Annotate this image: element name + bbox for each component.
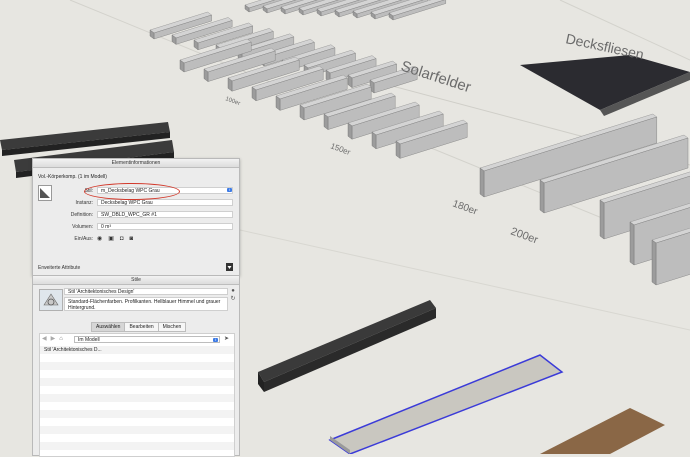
- style-name-field[interactable]: Stil 'Architektonisches Design': [64, 288, 228, 295]
- update-style-icon[interactable]: ↻: [229, 295, 237, 303]
- beam-end: [539, 179, 545, 214]
- toggle-label: Ein/Aus:: [74, 236, 93, 242]
- style-thumbnail: [39, 289, 63, 311]
- expand-attributes-icon[interactable]: [226, 263, 233, 271]
- details-arrow-icon[interactable]: ➤: [224, 336, 229, 343]
- style-description-field[interactable]: Standard-Flächenfarben. Profilkanten. He…: [64, 297, 228, 311]
- list-item-empty: [40, 410, 234, 418]
- entity-info-panel: Elementinformationen Vol.-Körperkomp. (1…: [32, 158, 240, 276]
- style-row: Stil: m_Decksbelag WPC Grau ↕: [33, 187, 239, 195]
- list-item-empty: [40, 402, 234, 410]
- shadow-receive-icon[interactable]: ◙: [130, 235, 134, 243]
- style-field[interactable]: m_Decksbelag WPC Grau: [97, 187, 233, 194]
- definition-field[interactable]: SW_DBLD_WPC_GR #1: [97, 211, 233, 218]
- beam-end: [371, 131, 377, 150]
- collection-dropdown[interactable]: Im Modell ↕: [74, 336, 220, 343]
- list-item-empty: [40, 354, 234, 362]
- list-item-empty: [40, 434, 234, 442]
- list-item-empty: [40, 394, 234, 402]
- eye-icon[interactable]: ◉: [97, 235, 102, 243]
- beam-end: [479, 167, 485, 198]
- tab-edit[interactable]: Bearbeiten: [124, 322, 159, 332]
- volume-row: Volumen: 0 m³: [33, 223, 239, 231]
- style-dropdown-button[interactable]: ↕: [227, 188, 232, 192]
- instance-row: Instanz: Decksbelag WPC Grau: [33, 199, 239, 207]
- list-item-empty: [40, 418, 234, 426]
- beam-end: [651, 239, 657, 286]
- styles-list: Stil 'Architektonisches D...: [40, 346, 234, 450]
- list-item-empty: [40, 378, 234, 386]
- entity-type-label: Vol.-Körperkomp. (1 im Modell): [38, 174, 107, 180]
- styles-tabs: Auswählen Bearbeiten Mischen: [91, 322, 187, 332]
- tab-select[interactable]: Auswählen: [91, 322, 126, 332]
- styles-panel: Stile Stil 'Architektonisches Design' St…: [32, 275, 240, 457]
- styles-title: Stile: [33, 276, 239, 285]
- toggle-row: Ein/Aus: ◉ ▣ ◘ ◙: [33, 235, 239, 243]
- list-item[interactable]: Stil 'Architektonisches D...: [40, 346, 234, 354]
- volume-field: 0 m³: [97, 223, 233, 230]
- beam-end: [629, 221, 635, 266]
- definition-label: Definition:: [70, 212, 93, 218]
- list-item-empty: [40, 370, 234, 378]
- style-preview-icon: [40, 290, 62, 310]
- list-item-empty: [40, 386, 234, 394]
- list-item-empty: [40, 362, 234, 370]
- style-label: Stil:: [84, 188, 93, 194]
- beam-end: [323, 113, 329, 131]
- forward-icon[interactable]: ▶: [51, 336, 56, 343]
- beam-end: [395, 140, 401, 159]
- styles-list-area: ◀ ▶ ⌂ Im Modell ↕ ➤ Stil 'Architektonisc…: [39, 333, 235, 457]
- collection-dropdown-value: Im Modell: [78, 337, 100, 343]
- lock-icon[interactable]: ▣: [108, 235, 114, 243]
- beam-end: [599, 199, 605, 240]
- instance-field[interactable]: Decksbelag WPC Grau: [97, 199, 233, 206]
- shadow-cast-icon[interactable]: ◘: [120, 235, 124, 243]
- volume-label: Volumen:: [72, 224, 93, 230]
- beam-end: [347, 122, 353, 140]
- advanced-attributes-label[interactable]: Erweiterte Attribute: [38, 265, 80, 271]
- create-style-icon[interactable]: ●: [229, 287, 237, 295]
- list-item-empty: [40, 426, 234, 434]
- entity-info-title: Elementinformationen: [33, 159, 239, 168]
- instance-label: Instanz:: [75, 200, 93, 206]
- tab-mix[interactable]: Mischen: [157, 322, 187, 332]
- collection-dropdown-button[interactable]: ↕: [213, 338, 218, 342]
- definition-row: Definition: SW_DBLD_WPC_GR #1: [33, 211, 239, 219]
- home-icon[interactable]: ⌂: [59, 336, 63, 343]
- back-icon[interactable]: ◀: [42, 336, 47, 343]
- list-item-empty: [40, 442, 234, 450]
